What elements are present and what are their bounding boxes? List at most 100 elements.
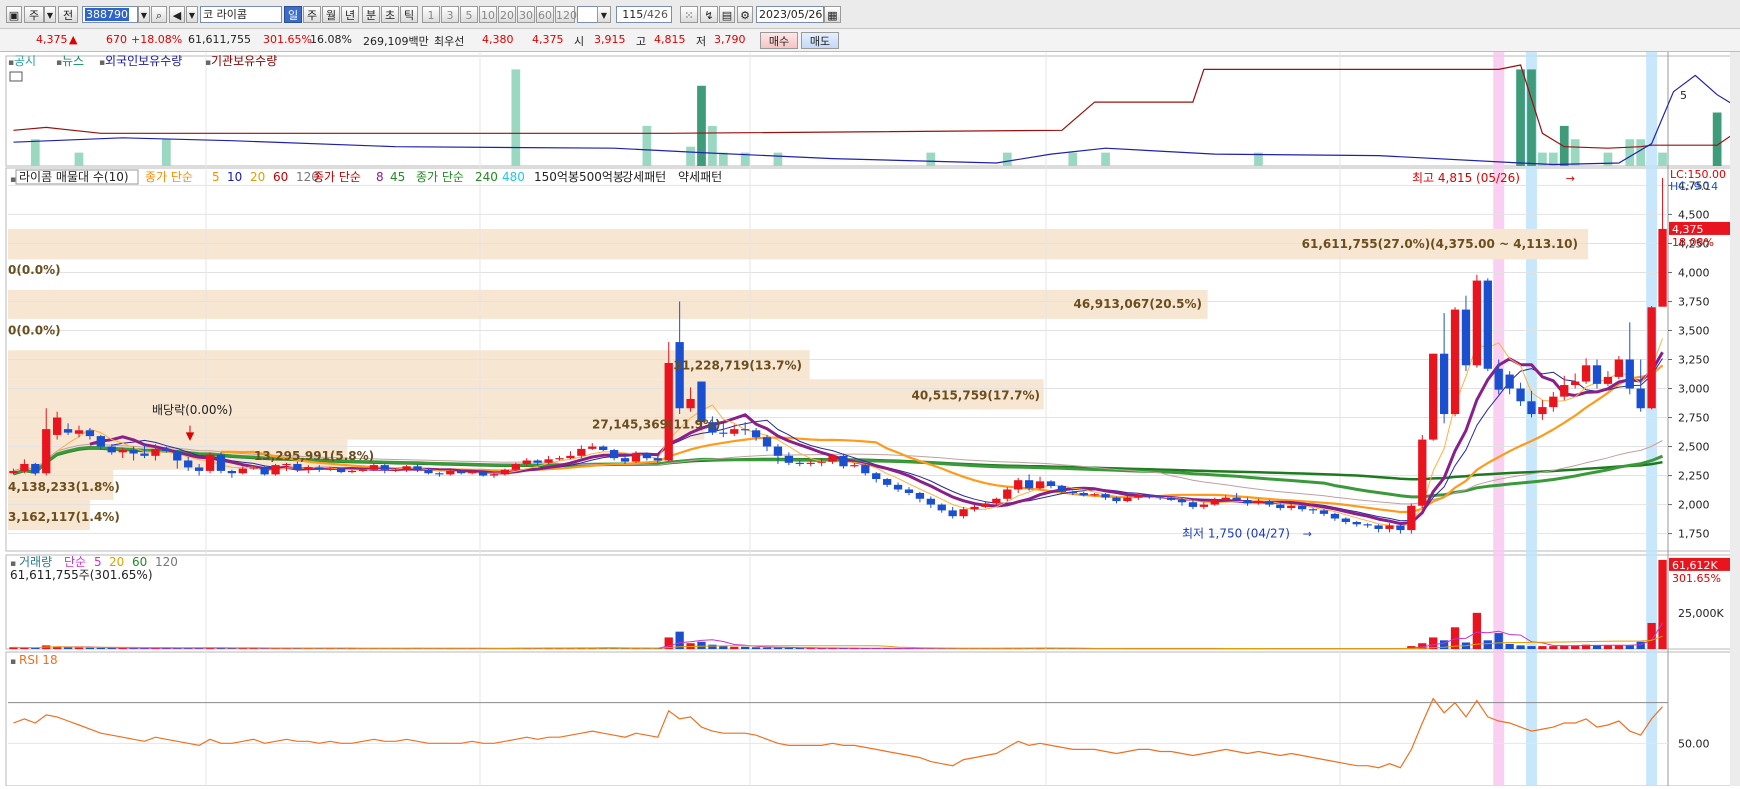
candle-body-67 bbox=[741, 429, 749, 430]
chevron-down-icon[interactable]: ▼ bbox=[186, 6, 198, 23]
type-select[interactable]: 주 bbox=[24, 6, 44, 23]
period-tab-year[interactable]: 년 bbox=[341, 6, 359, 23]
candle-body-49 bbox=[544, 459, 552, 462]
volume-bar-67 bbox=[741, 647, 749, 649]
chevron-down-icon[interactable]: ▼ bbox=[44, 6, 56, 23]
period-tab-minute[interactable]: 분 bbox=[362, 6, 380, 23]
candle-body-5 bbox=[64, 429, 72, 432]
candle-body-122 bbox=[1342, 519, 1350, 522]
dividend-annotation: 배당락(0.00%) bbox=[152, 403, 233, 417]
gear-icon[interactable]: ⚙ bbox=[737, 6, 753, 23]
date-input[interactable]: 2023/05/26 bbox=[756, 6, 824, 23]
zoom-icon[interactable]: ⁙ bbox=[680, 6, 698, 23]
volume-profile-label-6: 4,138,233(1.8%) bbox=[8, 480, 120, 494]
minute-option-60[interactable]: 60 bbox=[536, 6, 554, 23]
chevron-down-icon[interactable]: ▼ bbox=[597, 6, 611, 23]
candle-body-118 bbox=[1298, 506, 1306, 509]
investor-bar-21 bbox=[1571, 139, 1580, 166]
candle-body-99 bbox=[1090, 494, 1098, 495]
sell-button[interactable]: 매도 bbox=[801, 32, 839, 49]
candle-body-106 bbox=[1167, 498, 1175, 500]
minute-option-30[interactable]: 30 bbox=[517, 6, 535, 23]
quote-amount: 269,109백만 bbox=[363, 33, 429, 49]
candle-body-96 bbox=[1058, 486, 1066, 492]
candle-body-4 bbox=[53, 418, 61, 435]
period-tab-week[interactable]: 주 bbox=[303, 6, 321, 23]
scrollbar-track bbox=[1730, 52, 1740, 786]
candle-body-15 bbox=[173, 451, 181, 460]
candle-body-89 bbox=[981, 503, 989, 506]
volume-profile-label-5: 13,295,991(5.8%) bbox=[254, 449, 374, 463]
crosshair-icon[interactable]: ↯ bbox=[700, 6, 718, 23]
volume-legend-main: 거래량 bbox=[19, 555, 52, 569]
stock-name-field[interactable]: 코 라이콤 bbox=[200, 6, 282, 23]
investor-bar-14 bbox=[1101, 153, 1110, 166]
quote-bar: 4,375 ▲ 670 +18.08% 61,611,755 301.65% 1… bbox=[0, 29, 1740, 52]
data-count: 115 bbox=[622, 8, 643, 21]
minute-option-10[interactable]: 10 bbox=[479, 6, 497, 23]
quote-volume: 61,611,755 bbox=[188, 33, 251, 46]
candle-body-95 bbox=[1047, 481, 1055, 486]
volume-bar-137 bbox=[1505, 644, 1513, 649]
candle-body-75 bbox=[828, 456, 836, 462]
volume-legend-period-5: 5 bbox=[94, 555, 102, 569]
candle-body-22 bbox=[250, 467, 258, 468]
quote-change: 670 bbox=[106, 33, 127, 46]
volume-current-rate: 301.65% bbox=[1672, 572, 1721, 585]
period-tab-second[interactable]: 초 bbox=[381, 6, 399, 23]
minute-option-20[interactable]: 20 bbox=[498, 6, 516, 23]
candle-body-127 bbox=[1396, 525, 1404, 530]
volume-bar-146 bbox=[1604, 645, 1612, 649]
investor-bar-2 bbox=[162, 139, 171, 166]
legend-bullet-main: ▪ bbox=[10, 175, 16, 185]
candle-body-6 bbox=[75, 430, 83, 433]
panel-rsi-frame bbox=[6, 652, 1736, 786]
investor-bar-23 bbox=[1625, 139, 1634, 166]
speaker-icon[interactable]: ◀ bbox=[169, 6, 185, 23]
period-tab-month[interactable]: 월 bbox=[322, 6, 340, 23]
investor-bar-0 bbox=[31, 139, 40, 166]
candle-body-35 bbox=[392, 470, 400, 471]
chart-area: ▪공시▪뉴스▪외국인보유수량▪기관보유수량5 61,611,755(27.0%)… bbox=[0, 52, 1740, 789]
candle-body-145 bbox=[1593, 365, 1601, 384]
candle-body-90 bbox=[992, 499, 1000, 504]
quote-high-label: 고 bbox=[636, 33, 646, 49]
candle-body-29 bbox=[326, 469, 334, 470]
chevron-down-icon[interactable]: ▼ bbox=[138, 6, 150, 23]
candle-body-108 bbox=[1189, 502, 1197, 507]
data-count-field[interactable]: 115/426 bbox=[616, 6, 672, 23]
quote-high: 4,815 bbox=[654, 33, 686, 46]
period-tab-tick[interactable]: 틱 bbox=[400, 6, 418, 23]
volume-bar-149 bbox=[1637, 642, 1645, 649]
type2-select[interactable]: 전 bbox=[58, 6, 78, 23]
volume-bar-65 bbox=[719, 646, 727, 649]
layout-icon[interactable]: ▣ bbox=[6, 6, 22, 23]
buy-button[interactable]: 매수 bbox=[760, 32, 798, 49]
quote-price: 4,375 bbox=[36, 33, 68, 46]
volume-profile-label-8: 0(0.0%) bbox=[8, 263, 61, 277]
market-prefix: 코 bbox=[203, 8, 213, 21]
save-icon[interactable]: ▤ bbox=[719, 6, 735, 23]
investor-legend-1: 뉴스 bbox=[62, 54, 84, 68]
volume-bar-139 bbox=[1527, 646, 1535, 649]
calendar-icon[interactable]: ▦ bbox=[824, 6, 841, 23]
volume-bar-8 bbox=[97, 648, 105, 649]
candle-body-104 bbox=[1145, 495, 1153, 496]
minute-option-1[interactable]: 1 bbox=[422, 6, 440, 23]
candle-body-51 bbox=[566, 456, 574, 458]
stock-code-input[interactable]: 388790 bbox=[82, 6, 138, 23]
minute-option-120[interactable]: 120 bbox=[555, 6, 575, 23]
candle-body-18 bbox=[206, 455, 214, 471]
candle-body-41 bbox=[457, 471, 465, 473]
candle-body-88 bbox=[970, 507, 978, 509]
search-icon[interactable]: ⌕ bbox=[151, 6, 167, 23]
minute-option-5[interactable]: 5 bbox=[460, 6, 478, 23]
candle-body-59 bbox=[654, 458, 662, 460]
period-tab-day[interactable]: 일 bbox=[284, 6, 302, 23]
candle-body-72 bbox=[796, 463, 804, 464]
minute-option-3[interactable]: 3 bbox=[441, 6, 459, 23]
price-axis-tick-6: 3,250 bbox=[1678, 354, 1710, 367]
candle-body-12 bbox=[140, 454, 148, 456]
candle-body-115 bbox=[1265, 501, 1273, 504]
candle-body-17 bbox=[195, 467, 203, 470]
